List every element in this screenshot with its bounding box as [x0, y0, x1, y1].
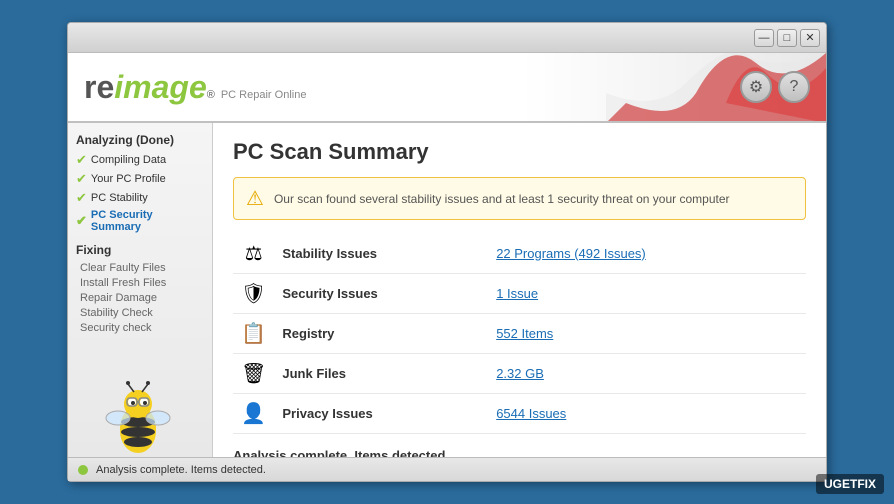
junk-value[interactable]: 2.32 GB — [488, 354, 806, 394]
help-icon-button[interactable]: ? — [778, 71, 810, 103]
sidebar-analyzing-title: Analyzing (Done) — [76, 133, 204, 147]
sidebar-item-label: Compiling Data — [91, 154, 166, 166]
stability-value[interactable]: 22 Programs (492 Issues) — [488, 234, 806, 274]
sidebar-fix-clear: Clear Faulty Files — [76, 262, 204, 274]
registry-label: Registry — [274, 314, 488, 354]
sidebar-item-security: ✔ PC Security Summary — [76, 209, 204, 233]
stability-label: Stability Issues — [274, 234, 488, 274]
header-icons: ⚙ ? — [740, 71, 810, 103]
settings-icon-button[interactable]: ⚙ — [740, 71, 772, 103]
main-content: PC Scan Summary ⚠ Our scan found several… — [213, 123, 826, 457]
registry-value[interactable]: 552 Items — [488, 314, 806, 354]
help-icon: ? — [790, 78, 799, 96]
sidebar-item-stability: ✔ PC Stability — [76, 190, 204, 206]
logo-image: image — [114, 69, 206, 106]
check-icon: ✔ — [76, 190, 87, 206]
sidebar-fix-repair: Repair Damage — [76, 292, 204, 304]
warning-banner: ⚠ Our scan found several stability issue… — [233, 177, 806, 220]
sidebar-item-compiling: ✔ Compiling Data — [76, 152, 204, 168]
privacy-icon: 👤 — [233, 394, 274, 434]
sidebar-fix-security: Security check — [76, 322, 204, 334]
stability-icon: ⚖ — [233, 234, 274, 274]
bee-mascot — [88, 376, 188, 456]
table-row: 🛡 Security Issues 1 Issue — [233, 274, 806, 314]
sidebar-fix-install: Install Fresh Files — [76, 277, 204, 289]
logo-subtitle: PC Repair Online — [221, 89, 307, 101]
close-button[interactable]: ✕ — [800, 29, 820, 47]
table-row: 📋 Registry 552 Items — [233, 314, 806, 354]
title-bar: — □ ✕ — [68, 23, 826, 53]
maximize-button[interactable]: □ — [777, 29, 797, 47]
table-row: 👤 Privacy Issues 6544 Issues — [233, 394, 806, 434]
logo: reimage® PC Repair Online — [84, 69, 306, 106]
junk-label: Junk Files — [274, 354, 488, 394]
sidebar-fix-stability: Stability Check — [76, 307, 204, 319]
logo-re: re — [84, 69, 114, 106]
logo-registered: ® — [207, 89, 215, 101]
scan-results-table: ⚖ Stability Issues 22 Programs (492 Issu… — [233, 234, 806, 434]
privacy-label: Privacy Issues — [274, 394, 488, 434]
sidebar-fixing-title: Fixing — [76, 243, 204, 257]
app-body: Analyzing (Done) ✔ Compiling Data ✔ Your… — [68, 123, 826, 457]
status-text: Analysis complete. Items detected. — [96, 464, 266, 476]
watermark: UGETFIX — [816, 474, 884, 494]
minimize-button[interactable]: — — [754, 29, 774, 47]
settings-icon: ⚙ — [749, 77, 763, 97]
main-window: — □ ✕ reimage® PC Repair Online ⚙ ? — [67, 22, 827, 482]
status-dot — [78, 465, 88, 475]
sidebar-item-label: Your PC Profile — [91, 173, 166, 185]
privacy-value[interactable]: 6544 Issues — [488, 394, 806, 434]
check-icon: ✔ — [76, 152, 87, 168]
warning-text: Our scan found several stability issues … — [274, 192, 730, 206]
analysis-complete-text: Analysis complete. Items detected — [233, 448, 806, 457]
security-icon: 🛡 — [233, 274, 274, 314]
check-icon: ✔ — [76, 213, 87, 229]
app-header: reimage® PC Repair Online ⚙ ? — [68, 53, 826, 123]
warning-icon: ⚠ — [246, 186, 264, 211]
sidebar-item-profile: ✔ Your PC Profile — [76, 171, 204, 187]
check-icon: ✔ — [76, 171, 87, 187]
security-value[interactable]: 1 Issue — [488, 274, 806, 314]
status-bar: Analysis complete. Items detected. — [68, 457, 826, 481]
sidebar: Analyzing (Done) ✔ Compiling Data ✔ Your… — [68, 123, 213, 457]
junk-icon: 🗑 — [233, 354, 274, 394]
table-row: 🗑 Junk Files 2.32 GB — [233, 354, 806, 394]
table-row: ⚖ Stability Issues 22 Programs (492 Issu… — [233, 234, 806, 274]
registry-icon: 📋 — [233, 314, 274, 354]
security-label: Security Issues — [274, 274, 488, 314]
page-title: PC Scan Summary — [233, 139, 806, 165]
sidebar-item-label: PC Security Summary — [91, 209, 204, 233]
sidebar-item-label: PC Stability — [91, 192, 148, 204]
